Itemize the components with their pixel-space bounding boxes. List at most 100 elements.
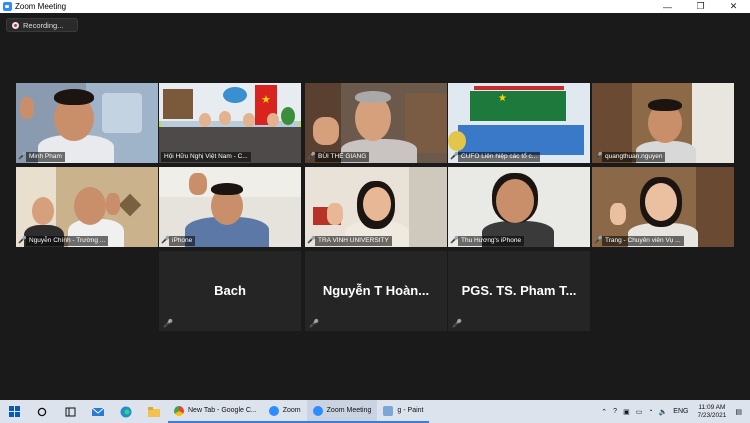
door	[163, 89, 193, 119]
person-face	[496, 179, 534, 223]
participant-namebar: 🎤 Minh Pham	[18, 152, 65, 162]
plant	[281, 107, 295, 125]
language-indicator[interactable]: ENG	[673, 408, 688, 415]
minimize-button[interactable]: —	[651, 0, 684, 13]
participant-tile[interactable]: 🎤 Trang - Chuyên viên Vụ ...	[592, 167, 734, 247]
tile-decor	[102, 93, 142, 133]
clock[interactable]: 11:09 AM 7/23/2021	[697, 404, 726, 420]
battery-icon[interactable]: ▭	[636, 408, 643, 416]
person-face	[243, 113, 255, 127]
mic-muted-icon: 🎤	[307, 153, 316, 160]
participant-tile-video-off[interactable]: Bach 🎤	[159, 251, 301, 331]
participant-tile[interactable]: 🎤 TRA VINH UNIVERSITY	[305, 167, 447, 247]
taskbar-app-label: New Tab - Google C...	[188, 407, 257, 414]
participant-name: Hội Hữu Nghị Việt Nam - C...	[161, 152, 251, 162]
mic-muted-icon: 🎤	[163, 319, 173, 328]
task-view-button[interactable]	[56, 400, 84, 423]
participant-tile-video-off[interactable]: PGS. TS. Pham T... 🎤	[448, 251, 590, 331]
participant-namebar: 🎤 iPhone	[161, 236, 196, 246]
flowers	[448, 131, 466, 151]
participant-tile-active-speaker[interactable]: ★ Hội Hữu Nghị Việt Nam - C...	[159, 83, 301, 163]
mic-muted-icon: 🎤	[452, 319, 462, 328]
taskbar-app-zoom[interactable]: Zoom	[262, 400, 307, 423]
search-icon	[37, 407, 47, 416]
participant-tile[interactable]: 🎤 iPhone	[159, 167, 301, 247]
participant-namebar: 🎤 quangthuan.nguyen	[594, 152, 666, 162]
taskbar-app-label: Zoom Meeting	[326, 407, 372, 414]
participant-tile[interactable]: 🎤 quangthuan.nguyen	[592, 83, 734, 163]
person-face	[363, 187, 391, 221]
participant-namebar: 🎤 Nguyễn Chính - Trường ...	[18, 236, 109, 246]
taskbar-app-paint[interactable]: g - Paint	[377, 400, 430, 423]
person-hair	[211, 183, 243, 195]
help-icon[interactable]: ?	[613, 408, 617, 415]
participant-name: iPhone	[169, 236, 196, 246]
mic-muted-icon: 🎤	[18, 237, 27, 244]
participant-tile[interactable]: 🎤 Minh Pham	[16, 83, 158, 163]
participant-namebar: 🎤 CUFO Liên hiệp các tổ c...	[450, 152, 541, 162]
clock-time: 11:09 AM	[698, 403, 726, 411]
participant-name: Thu Hương's iPhone	[458, 236, 525, 246]
mail-button[interactable]	[84, 400, 112, 423]
show-hidden-icons-chevron-up-icon[interactable]: ⌃	[601, 408, 607, 416]
participant-name: Minh Pham	[26, 152, 65, 162]
participant-name: quangthuan.nguyen	[602, 152, 666, 162]
file-explorer-button[interactable]	[140, 400, 168, 423]
flag-star: ★	[498, 93, 507, 104]
participant-tile-video-off[interactable]: Nguyễn T Hoàn... 🎤	[305, 251, 447, 331]
edge-icon	[120, 406, 132, 417]
banner	[474, 86, 564, 90]
search-button[interactable]	[28, 400, 56, 423]
volume-icon[interactable]: 🔈	[659, 408, 668, 416]
window-title: Zoom Meeting	[15, 2, 67, 11]
bookshelf	[696, 167, 734, 247]
taskbar-app-zoom-meeting[interactable]: Zoom Meeting	[306, 400, 378, 423]
maximize-button[interactable]: ❐	[684, 0, 717, 13]
display-icon[interactable]: ▣	[623, 408, 630, 416]
mail-icon	[92, 407, 104, 416]
waving-hand	[327, 203, 343, 225]
notifications-icon[interactable]: ▤	[735, 408, 742, 416]
waving-hand	[313, 117, 339, 145]
participant-tile[interactable]: ★ 🎤 CUFO Liên hiệp các tổ c...	[448, 83, 590, 163]
mic-muted-icon: 🎤	[307, 237, 316, 244]
participant-name-large: Nguyễn T Hoàn...	[322, 283, 430, 298]
participant-name: Nguyễn Chính - Trường ...	[26, 236, 109, 246]
person-face	[219, 111, 231, 125]
participant-name: Trang - Chuyên viên Vụ ...	[602, 236, 684, 246]
participant-tile[interactable]: 🎤 Thu Hương's iPhone	[448, 167, 590, 247]
recording-indicator[interactable]: Recording...	[6, 18, 78, 32]
participant-tile[interactable]: 🎤 Nguyễn Chính - Trường ...	[16, 167, 158, 247]
folder-icon	[148, 406, 160, 417]
windows-taskbar: New Tab - Google C... Zoom Zoom Meeting …	[0, 400, 750, 423]
edge-button[interactable]	[112, 400, 140, 423]
person-face	[267, 113, 279, 127]
flag-star: ★	[261, 94, 271, 106]
close-button[interactable]: ✕	[717, 0, 750, 13]
system-tray: ⌃ ? ▣ ▭ ◔ 🔈 ENG 11:09 AM 7/23/2021 ▤	[598, 400, 750, 423]
record-icon	[12, 21, 19, 29]
mic-muted-icon: 🎤	[450, 153, 459, 160]
task-view-icon	[65, 407, 75, 416]
participant-name: CUFO Liên hiệp các tổ c...	[458, 152, 541, 162]
meeting-gallery: Recording... 🎤 Minh Pham ★ Hội Hữu Nghị …	[0, 13, 750, 400]
participant-namebar: 🎤 Thu Hương's iPhone	[450, 236, 525, 246]
windows-logo-icon	[8, 406, 20, 417]
participant-name-large: PGS. TS. Pham T...	[461, 283, 577, 298]
wall-decor	[118, 193, 142, 217]
mic-muted-icon: 🎤	[594, 153, 603, 160]
taskbar-app-label: Zoom	[282, 407, 301, 414]
person-hair	[648, 99, 682, 111]
emblem	[223, 87, 247, 103]
waving-hand	[106, 193, 120, 215]
person-face	[74, 187, 106, 225]
person-face	[32, 197, 54, 225]
participant-namebar: 🎤 TRA VINH UNIVERSITY	[307, 236, 392, 246]
participant-tile[interactable]: 🎤 BÙI THẾ GIANG	[305, 83, 447, 163]
network-icon[interactable]: ◔	[648, 408, 652, 415]
participant-name-large: Bach	[214, 283, 246, 298]
window	[409, 167, 447, 247]
start-button[interactable]	[0, 400, 28, 423]
person-hair	[54, 89, 94, 105]
taskbar-app-chrome[interactable]: New Tab - Google C...	[168, 400, 263, 423]
